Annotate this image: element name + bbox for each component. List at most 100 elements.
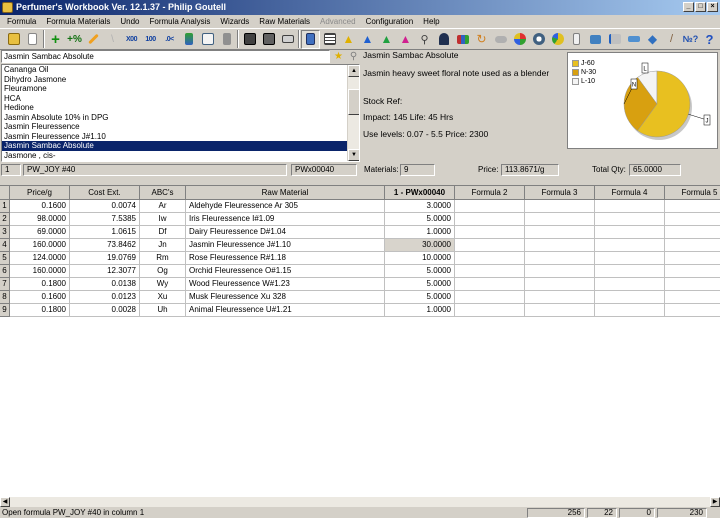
row-header[interactable]: 7 xyxy=(0,278,10,291)
grid-cell[interactable] xyxy=(525,291,595,304)
whatsthis-button[interactable]: №? xyxy=(681,30,700,49)
new-button[interactable] xyxy=(23,30,42,49)
grid-cell[interactable]: Iw xyxy=(140,213,186,226)
grid-cell[interactable] xyxy=(665,213,720,226)
grid-cell[interactable] xyxy=(525,226,595,239)
arrow-up-yellow-button[interactable]: ▲ xyxy=(339,30,358,49)
grid-cell[interactable]: 160.0000 xyxy=(10,239,70,252)
row-header[interactable]: 3 xyxy=(0,226,10,239)
grid-cell[interactable]: Aldehyde Fleuressence Ar 305 xyxy=(186,200,385,213)
grid-cell[interactable]: 5.0000 xyxy=(385,278,455,291)
grid-cell[interactable]: 0.0074 xyxy=(70,200,140,213)
x00-button[interactable]: X00 xyxy=(122,30,141,49)
grid-cell[interactable] xyxy=(455,213,525,226)
grid-cell[interactable]: Orchid Fleuressence O#1.15 xyxy=(186,265,385,278)
export-button[interactable] xyxy=(586,30,605,49)
list-item[interactable]: HCA xyxy=(2,94,348,104)
grid-cell[interactable]: Rm xyxy=(140,252,186,265)
row-header[interactable]: 1 xyxy=(0,200,10,213)
grid-cell[interactable]: 0.1600 xyxy=(10,291,70,304)
grid-cell[interactable] xyxy=(455,278,525,291)
colors-button[interactable] xyxy=(510,30,529,49)
menu-formula[interactable]: Formula xyxy=(2,15,41,28)
grid-cell[interactable] xyxy=(455,304,525,317)
grid-cell[interactable] xyxy=(525,265,595,278)
grid-cell[interactable]: Df xyxy=(140,226,186,239)
column-header[interactable]: Cost Ext. xyxy=(70,186,140,200)
scroll-left-arrow-icon[interactable]: ◀ xyxy=(0,497,10,507)
menu-help[interactable]: Help xyxy=(418,15,444,28)
print-button[interactable] xyxy=(278,30,297,49)
scroll-down-arrow-icon[interactable]: ▼ xyxy=(348,149,359,161)
grid-cell[interactable]: 7.5385 xyxy=(70,213,140,226)
pencil-button[interactable] xyxy=(84,30,103,49)
cloud-button[interactable] xyxy=(491,30,510,49)
grid-hscrollbar[interactable]: ◀ ▶ xyxy=(0,497,720,507)
grid-cell[interactable] xyxy=(665,265,720,278)
grid-cell[interactable]: Dairy Fleuressence D#1.04 xyxy=(186,226,385,239)
grid-cell[interactable]: 3.0000 xyxy=(385,200,455,213)
list-item[interactable]: Jasmin Fleuressence J#1.10 xyxy=(2,132,348,142)
grid-cell[interactable] xyxy=(455,239,525,252)
row-header[interactable]: 6 xyxy=(0,265,10,278)
grid-cell[interactable]: 0.1800 xyxy=(10,278,70,291)
arrow-up-magenta-button[interactable]: ▲ xyxy=(396,30,415,49)
grid-cell[interactable] xyxy=(455,226,525,239)
grid-cell[interactable]: Uh xyxy=(140,304,186,317)
minimize-button[interactable]: _ xyxy=(683,2,694,12)
close-button[interactable]: × xyxy=(707,2,718,12)
grid-cell[interactable] xyxy=(525,278,595,291)
column-header[interactable]: 1 - PWx00040 xyxy=(385,186,455,200)
list-button[interactable] xyxy=(320,30,339,49)
decimal-button[interactable]: .0< xyxy=(160,30,179,49)
grid-cell[interactable] xyxy=(595,265,665,278)
grid-cell[interactable]: Jasmin Fleuressence J#1.10 xyxy=(186,239,385,252)
formula-name-field[interactable]: PW_JOY #40 xyxy=(23,164,287,176)
grid-cell[interactable] xyxy=(665,304,720,317)
diamond-button[interactable]: ◆ xyxy=(643,30,662,49)
bottle-button[interactable] xyxy=(567,30,586,49)
material-list[interactable]: Cananga Oil Dihydro Jasmone Fleuramone HCA H… xyxy=(1,64,360,162)
menu-undo[interactable]: Undo xyxy=(115,15,144,28)
menu-advanced[interactable]: Advanced xyxy=(315,15,361,28)
column-header[interactable]: Formula 4 xyxy=(595,186,665,200)
help-button[interactable]: ? xyxy=(700,30,719,49)
grid-cell[interactable]: Animal Fleuressence U#1.21 xyxy=(186,304,385,317)
grid-cell[interactable] xyxy=(595,252,665,265)
tree-button[interactable] xyxy=(605,30,624,49)
grid-cell[interactable]: Wood Fleuressence W#1.23 xyxy=(186,278,385,291)
column-header[interactable]: Raw Material xyxy=(186,186,385,200)
grid-cell[interactable] xyxy=(525,239,595,252)
grid-cell[interactable]: 0.0138 xyxy=(70,278,140,291)
grid-cell[interactable]: 0.1800 xyxy=(10,304,70,317)
grid-cell[interactable]: 0.0123 xyxy=(70,291,140,304)
grid-cell[interactable] xyxy=(595,304,665,317)
arrow-up-blue-button[interactable]: ▲ xyxy=(358,30,377,49)
grid-cell[interactable]: Iris Fleuressence I#1.09 xyxy=(186,213,385,226)
grid-cell[interactable]: 12.3077 xyxy=(70,265,140,278)
grid-cell[interactable]: Wy xyxy=(140,278,186,291)
open-folder-button[interactable] xyxy=(4,30,23,49)
grid-cell[interactable] xyxy=(525,213,595,226)
hundred-button[interactable]: 100 xyxy=(141,30,160,49)
grid-cell[interactable]: 30.0000 xyxy=(385,239,455,252)
row-header[interactable]: 4 xyxy=(0,239,10,252)
row-header[interactable]: 9 xyxy=(0,304,10,317)
grid-cell[interactable]: 5.0000 xyxy=(385,265,455,278)
grid-cell[interactable]: Jn xyxy=(140,239,186,252)
disabled-button[interactable]: \ xyxy=(103,30,122,49)
grid-cell[interactable] xyxy=(665,291,720,304)
pie-button[interactable] xyxy=(548,30,567,49)
grid-cell[interactable] xyxy=(665,200,720,213)
grid-cell[interactable] xyxy=(525,200,595,213)
grid-cell[interactable] xyxy=(665,239,720,252)
grid-cell[interactable]: Og xyxy=(140,265,186,278)
gauge-button[interactable] xyxy=(529,30,548,49)
link-button[interactable] xyxy=(624,30,643,49)
grid-cell[interactable]: 19.0769 xyxy=(70,252,140,265)
list-item[interactable]: Jasmin Absolute 10% in DPG xyxy=(2,113,348,123)
menu-configuration[interactable]: Configuration xyxy=(361,15,419,28)
add-material-button[interactable]: + xyxy=(46,30,65,49)
grid-cell[interactable] xyxy=(595,278,665,291)
stamp-button[interactable] xyxy=(434,30,453,49)
